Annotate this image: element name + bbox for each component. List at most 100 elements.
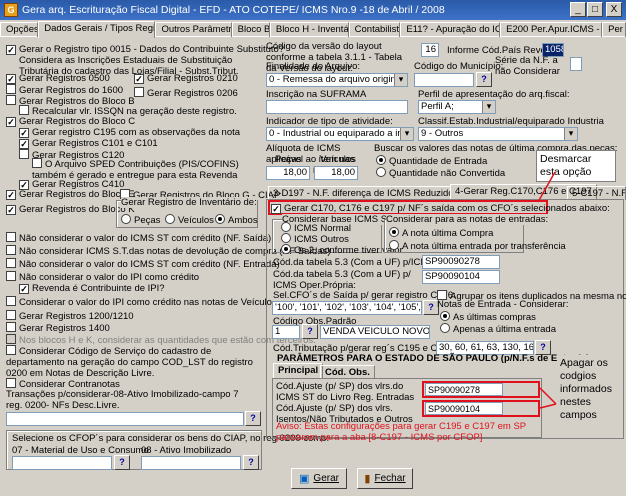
classif-select[interactable]: 9 - Outros bbox=[418, 127, 578, 141]
tab-bloco-h[interactable]: Bloco H - Inventário bbox=[269, 22, 349, 37]
inv-ambos-radio[interactable]: Ambos bbox=[215, 214, 258, 226]
tab-per[interactable]: Per bbox=[602, 22, 626, 37]
radio-selected-icon bbox=[215, 214, 225, 224]
tab-bloco-b[interactable]: Bloco B bbox=[231, 22, 270, 37]
tab53-op-label: Cód.da tabela 5.3 (Com a UF) p/ ICMS Ope… bbox=[273, 269, 411, 291]
window-title: Gera arq. Escrituração Fiscal Digital - … bbox=[22, 4, 445, 16]
ciap-ativo-label: 08 - Ativo Imobilizado bbox=[141, 445, 232, 456]
radio-selected-icon bbox=[376, 155, 386, 165]
ajuste-st-input[interactable]: SP90090278 bbox=[425, 383, 503, 396]
consid-codigo-checkbox[interactable]: Considerar Código de Serviço do cadastro… bbox=[6, 345, 256, 379]
checkbox-checked-icon: ✓ bbox=[134, 74, 144, 84]
checkbox-icon bbox=[6, 378, 16, 388]
reg0210-checkbox[interactable]: ✓ Gerar Registros 0210 bbox=[134, 73, 238, 84]
qtd-nao-conv-radio[interactable]: Quantidade não Convertida bbox=[376, 167, 505, 179]
tab53-st-input[interactable]: SP90090278 bbox=[422, 255, 500, 269]
radio-icon bbox=[281, 233, 291, 243]
reg0500-checkbox[interactable]: ✓ Gerar Registros 0500 bbox=[6, 73, 110, 84]
gerar-button[interactable]: ▣ Gerar bbox=[291, 468, 347, 489]
classif-label: Classif.Estab.Industrial/equiparado Indu… bbox=[418, 116, 604, 127]
minimize-button[interactable]: _ bbox=[570, 2, 586, 17]
ciap-uso-input[interactable] bbox=[12, 456, 112, 470]
bloco-c-checkbox[interactable]: ✓ Gerar Registros do Bloco C bbox=[6, 116, 135, 127]
subtab-d197[interactable]: 3-D197 - N.F. diferença de ICMS Reduzido bbox=[268, 186, 459, 200]
tab-e200[interactable]: E200 Per.Apur.ICMS - S.T. bbox=[500, 22, 603, 37]
nc5-checkbox[interactable]: Considerar o valor do IPI como crédito n… bbox=[6, 296, 272, 308]
transacoes-lookup-button[interactable]: ? bbox=[245, 411, 261, 426]
checkbox-checked-icon: ✓ bbox=[6, 117, 16, 127]
finalidade-select[interactable]: 0 - Remessa do arquivo original; bbox=[266, 73, 408, 87]
municipio-input[interactable] bbox=[414, 73, 474, 87]
callout-desmarcar-arrow bbox=[537, 171, 556, 203]
suframa-input[interactable] bbox=[266, 100, 408, 114]
perfil-label: Perfil de apresentação do arq.fiscal: bbox=[418, 89, 570, 100]
sped-checkbox[interactable]: O Arquivo SPED Contribuições (PIS/COFINS… bbox=[32, 158, 257, 181]
aviso-text: Aviso: Estas configurações para gerar C1… bbox=[276, 421, 526, 443]
c100-checkbox[interactable]: ✓ Gerar Registros C101 e C101 bbox=[19, 138, 158, 149]
reg1400-checkbox[interactable]: Gerar Registros 1400 bbox=[6, 322, 110, 334]
title-bar: G Gera arq. Escrituração Fiscal Digital … bbox=[0, 0, 626, 20]
nc3-checkbox[interactable]: Não considerar o valor do ICMS ST com cr… bbox=[6, 258, 280, 270]
ajuste-st-label: Cód.Ajuste (p/ SP) dos vlrs.do ICMS ST d… bbox=[276, 381, 415, 403]
ultima-entrada-radio[interactable]: Apenas a última entrada bbox=[440, 323, 556, 335]
tab-opcoes[interactable]: Opções bbox=[0, 22, 39, 37]
ciap-ativo-lookup-button[interactable]: ? bbox=[243, 455, 259, 470]
transacoes-input[interactable] bbox=[6, 412, 244, 426]
checkbox-icon bbox=[19, 105, 29, 115]
maximize-button[interactable]: □ bbox=[587, 2, 603, 17]
cfo-input[interactable]: '100', '101', '102', '103', '104', '105'… bbox=[272, 301, 422, 315]
tab53-op-input[interactable]: SP90090104 bbox=[422, 270, 500, 284]
aliquota-pecas-label: Peças bbox=[275, 154, 302, 165]
reg1200-checkbox[interactable]: Gerar Registros 1200/1210 bbox=[6, 310, 134, 322]
perfil-select[interactable]: Perfil A; bbox=[418, 100, 496, 114]
ultimas-compras-radio[interactable]: As últimas compras bbox=[440, 311, 536, 323]
indicador-select[interactable]: 0 - Industrial ou equiparado a industri bbox=[266, 127, 414, 141]
qtd-entrada-radio[interactable]: Quantidade de Entrada bbox=[376, 155, 487, 167]
serie-label: Série da N.F. a não Considerar bbox=[495, 55, 560, 77]
fechar-button[interactable]: ▮ Fechar bbox=[357, 468, 413, 489]
checkbox-checked-icon: ✓ bbox=[19, 284, 29, 294]
checkbox-checked-icon: ✓ bbox=[271, 204, 281, 214]
ajuste-isentos-input[interactable]: SP90090104 bbox=[425, 402, 503, 415]
ultima-compra-radio[interactable]: A nota última Compra bbox=[389, 227, 493, 239]
obs-desc-input: VENDA VEICULO NOVO bbox=[320, 325, 430, 339]
revenda-ipi-checkbox[interactable]: ✓ Revenda é Contribuinte de IPI? bbox=[19, 283, 165, 294]
checkbox-checked-icon: ✓ bbox=[6, 74, 16, 84]
checkbox-icon bbox=[6, 245, 16, 255]
inv-veiculos-radio[interactable]: Veículos bbox=[165, 214, 214, 226]
tab-contabilista[interactable]: Contabilista bbox=[348, 22, 401, 37]
reg0206-checkbox[interactable]: Gerar Registros 0206 bbox=[134, 87, 238, 99]
versao-input[interactable]: 16 bbox=[421, 43, 439, 57]
tab-dados-gerais[interactable]: Dados Gerais / Tipos Registros bbox=[38, 21, 156, 38]
radio-icon bbox=[389, 240, 399, 250]
obs-lookup-button[interactable]: ? bbox=[302, 324, 318, 339]
serie-input[interactable] bbox=[570, 57, 582, 71]
inv-pecas-radio[interactable]: Peças bbox=[121, 214, 160, 226]
obs-code-input[interactable]: 1 bbox=[272, 325, 300, 339]
inner-tab-cod-obs[interactable]: Cód. Obs. bbox=[320, 365, 375, 379]
ciap-ativo-input[interactable] bbox=[141, 456, 241, 470]
aliquota-pecas-input[interactable]: 18,00 bbox=[266, 166, 310, 180]
close-button[interactable]: X bbox=[606, 2, 622, 17]
municipio-lookup-button[interactable]: ? bbox=[476, 72, 492, 87]
aliquota-veiculos-input[interactable]: 18,00 bbox=[314, 166, 358, 180]
checkbox-icon bbox=[6, 232, 16, 242]
tab-apuracao-icms[interactable]: E11? - Apuração do ICMS bbox=[400, 22, 501, 37]
checkbox-icon bbox=[19, 149, 29, 159]
checkbox-icon bbox=[32, 158, 42, 168]
nc1-checkbox[interactable]: Não considerar o valor do ICMS ST com cr… bbox=[6, 232, 271, 244]
ultima-transf-radio[interactable]: A nota última entrada por transferência bbox=[389, 240, 566, 252]
ciap-uso-lookup-button[interactable]: ? bbox=[114, 455, 130, 470]
radio-selected-icon bbox=[281, 244, 291, 254]
nc4-checkbox[interactable]: Não considerar o valor do IPI como crédi… bbox=[6, 271, 199, 283]
radio-icon bbox=[281, 222, 291, 232]
subtab-c197[interactable]: 5-C197 - N.F. d bbox=[567, 186, 626, 200]
checkbox-icon bbox=[6, 345, 16, 355]
checkbox-icon bbox=[6, 258, 16, 268]
reg0015-checkbox[interactable]: ✓ Gerar o Registro tipo 0015 - Dados do C… bbox=[6, 44, 284, 55]
inner-tab-principal[interactable]: Principal bbox=[273, 363, 324, 379]
bloco-e-checkbox[interactable]: ✓ Gerar Registros do Bloco E bbox=[6, 189, 135, 200]
tab-outros-parametros[interactable]: Outros Parâmetros bbox=[155, 22, 232, 37]
checkbox-icon bbox=[6, 84, 16, 94]
c195-checkbox[interactable]: ✓ Gerar registro C195 com as observações … bbox=[19, 127, 240, 138]
